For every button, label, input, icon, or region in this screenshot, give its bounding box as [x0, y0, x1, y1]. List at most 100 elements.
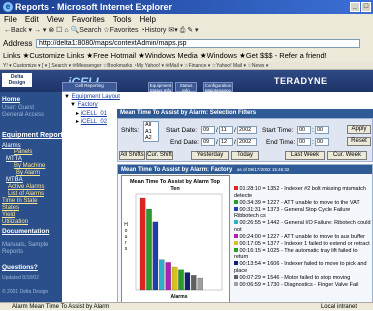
shifts-listbox[interactable]: All A1 A2	[143, 121, 159, 142]
tree-toggle-icon[interactable]: ▼	[70, 102, 78, 108]
window-title: Reports - Microsoft Internet Explorer	[15, 2, 173, 12]
legend-swatch	[234, 247, 238, 252]
page-header: Delta Design iCELL TERADYNE Cell Reporti…	[0, 70, 373, 93]
chart-bar	[197, 277, 203, 291]
sidebar-home[interactable]: Home	[2, 96, 20, 103]
start-month-select[interactable]: 09	[201, 126, 215, 134]
legend-item: 00:34:39 = 1227 - ATT unable to move to …	[234, 199, 372, 207]
legend-item: 00:26:55 = 1442 - General I/O Failure: R…	[234, 220, 372, 233]
sidebar-manuals[interactable]: Manuals, Sample Reports	[2, 242, 60, 256]
tree-icell-01[interactable]: ▸ iCELL_01	[76, 110, 107, 117]
address-input[interactable]: http://delta1:8080/maps/contextAdmin/map…	[36, 39, 360, 48]
sidebar-mtba[interactable]: MTBA	[6, 177, 23, 183]
last-week-button[interactable]: Last Week	[285, 151, 325, 160]
sidebar-states[interactable]: States	[2, 205, 19, 211]
chart-xlabel: Alarms	[171, 294, 188, 300]
legend-label: 00:13:54 = 1606 - Indexer failed to move…	[234, 261, 367, 274]
start-day-select[interactable]: 11	[219, 126, 233, 134]
menu-tools[interactable]: Tools	[113, 14, 132, 25]
filters-panel: Shifts: All A1 A2 Start Date: 09 / 11 / …	[117, 118, 373, 162]
sidebar-yield[interactable]: Yield	[2, 212, 15, 218]
sidebar-questions[interactable]: Questions?	[2, 264, 38, 271]
sidebar-documentation[interactable]: Documentation	[2, 228, 49, 235]
tree-factory[interactable]: ▼ Factory	[70, 102, 98, 108]
chart-title: Mean Time To Assist by Alarm Top	[130, 179, 221, 185]
legend-swatch	[234, 220, 238, 224]
end-day-select[interactable]: 12	[219, 138, 233, 146]
nav-status-info[interactable]: Status Info	[175, 82, 197, 93]
yahoo-toolbar[interactable]: Y! ▾ Customize ▾ [ ▾ ] Search ▾ ✉Messeng…	[0, 62, 373, 70]
sidebar-panels[interactable]: Panels	[14, 149, 32, 155]
legend-item: 00:06:59 = 1730 - Diagnostics - Finger V…	[234, 281, 372, 289]
start-date-label: Start Date:	[166, 127, 198, 134]
sidebar-equipment-reports[interactable]: Equipment Reports	[2, 132, 67, 139]
chart-ylabel-letter: s	[125, 246, 128, 252]
start-minute-select[interactable]: 00	[315, 126, 329, 134]
chart-title-line2: Ten	[170, 186, 180, 192]
status-bar: Alarm Mean Time To Assist by Alarm Local…	[0, 302, 373, 310]
nav-equipment-status[interactable]: Equipment Status Info	[148, 82, 173, 93]
chart-bar	[159, 259, 165, 291]
end-hour-select[interactable]: 00	[297, 138, 311, 146]
start-year-select[interactable]: 2002	[237, 126, 257, 134]
browser-toolbar[interactable]: ←Back ▾ → ▾ ⊗ ☐ ⌂ 🔍Search ☆Favorites ◔Hi…	[0, 25, 373, 37]
start-hour-select[interactable]: 00	[297, 126, 311, 134]
today-button[interactable]: Today	[231, 151, 259, 160]
chart-bar	[184, 272, 191, 291]
end-date-label: End Date:	[170, 139, 199, 146]
menu-edit[interactable]: Edit	[25, 14, 39, 25]
legend-label: 00:24:00 = 1227 - ATT unable to move to …	[239, 233, 366, 240]
sidebar-by-machine[interactable]: By Machine	[14, 163, 45, 169]
minimize-button[interactable]: _	[350, 2, 360, 12]
chart-bar	[152, 221, 159, 291]
brand-logo: TERADYNE	[274, 76, 328, 86]
sidebar-active-alarms[interactable]: Active Alarms	[8, 184, 44, 190]
nav-cell-reporting[interactable]: Cell Reporting	[62, 82, 117, 92]
legend-swatch	[234, 281, 238, 286]
sidebar-user: User: Guest	[2, 105, 35, 111]
equipment-tree: ▼ Equipment Layout ▼ Factory ▸ iCELL_01 …	[62, 92, 120, 152]
legend-item: 00:31:31 = 1373 - General Stop Cycle Fai…	[234, 206, 372, 220]
legend-swatch	[234, 199, 238, 204]
bar-chart: Mean Time To Assist by Alarm TopTenHours…	[124, 179, 223, 300]
sidebar-time-in-state[interactable]: Time In State	[2, 198, 37, 204]
yesterday-button[interactable]: Yesterday	[191, 151, 229, 160]
menu-file[interactable]: File	[4, 14, 17, 25]
report-timestamp: as of 09/17/2002 15:45:32	[237, 167, 290, 172]
chart-bar	[139, 197, 146, 291]
reset-button[interactable]: Reset	[347, 137, 371, 146]
all-shifts-button[interactable]: All Shifts	[119, 151, 145, 160]
sidebar: Home User: Guest General Access Equipmen…	[0, 92, 67, 302]
delta-design-logo: Delta Design	[2, 73, 32, 87]
end-year-select[interactable]: 2002	[237, 138, 257, 146]
chart-bar	[178, 269, 184, 291]
sidebar-mtta[interactable]: MTTA	[6, 156, 22, 162]
menu-favorites[interactable]: Favorites	[72, 14, 105, 25]
end-minute-select[interactable]: 00	[315, 138, 329, 146]
end-time-label: End Time:	[266, 139, 296, 146]
maximize-button[interactable]: □	[361, 2, 371, 12]
tree-root[interactable]: ▼ Equipment Layout	[64, 94, 120, 100]
sidebar-by-alarm[interactable]: By Alarm	[16, 170, 40, 176]
apply-button[interactable]: Apply	[347, 125, 371, 134]
legend-label: 00:07:29 = 1546 - Motor failed to stop m…	[239, 274, 351, 281]
sidebar-utilization[interactable]: Utilization	[2, 219, 28, 225]
ie-icon: e	[3, 2, 13, 12]
nav-configuration[interactable]: Configuration Maintenance	[203, 82, 233, 93]
menu-view[interactable]: View	[47, 14, 64, 25]
links-bar[interactable]: Links ★Customize Links ★Free Hotmail ★Wi…	[0, 50, 373, 62]
legend-swatch	[234, 186, 238, 190]
end-month-select[interactable]: 09	[201, 138, 215, 146]
tree-toggle-icon[interactable]: ▼	[64, 94, 72, 100]
legend-swatch	[234, 206, 238, 211]
cur-shift-button[interactable]: Cur. Shift	[146, 151, 173, 160]
tree-icell-02[interactable]: ▸ iCELL_02	[76, 118, 107, 125]
filters-title: Mean Time To Assist by Alarm: Selection …	[117, 109, 373, 118]
legend-label: 01:28:10 = 1352 - Indexer #2 bolt missin…	[234, 186, 366, 199]
legend-swatch	[234, 274, 238, 279]
legend-item: 01:28:10 = 1352 - Indexer #2 bolt missin…	[234, 186, 372, 199]
sidebar-list-of-alarms[interactable]: List of Alarms	[8, 191, 44, 197]
cur-week-button[interactable]: Cur. Week	[327, 151, 367, 160]
menu-help[interactable]: Help	[139, 14, 155, 25]
sidebar-updated: Updated 8/18/02	[2, 275, 39, 281]
